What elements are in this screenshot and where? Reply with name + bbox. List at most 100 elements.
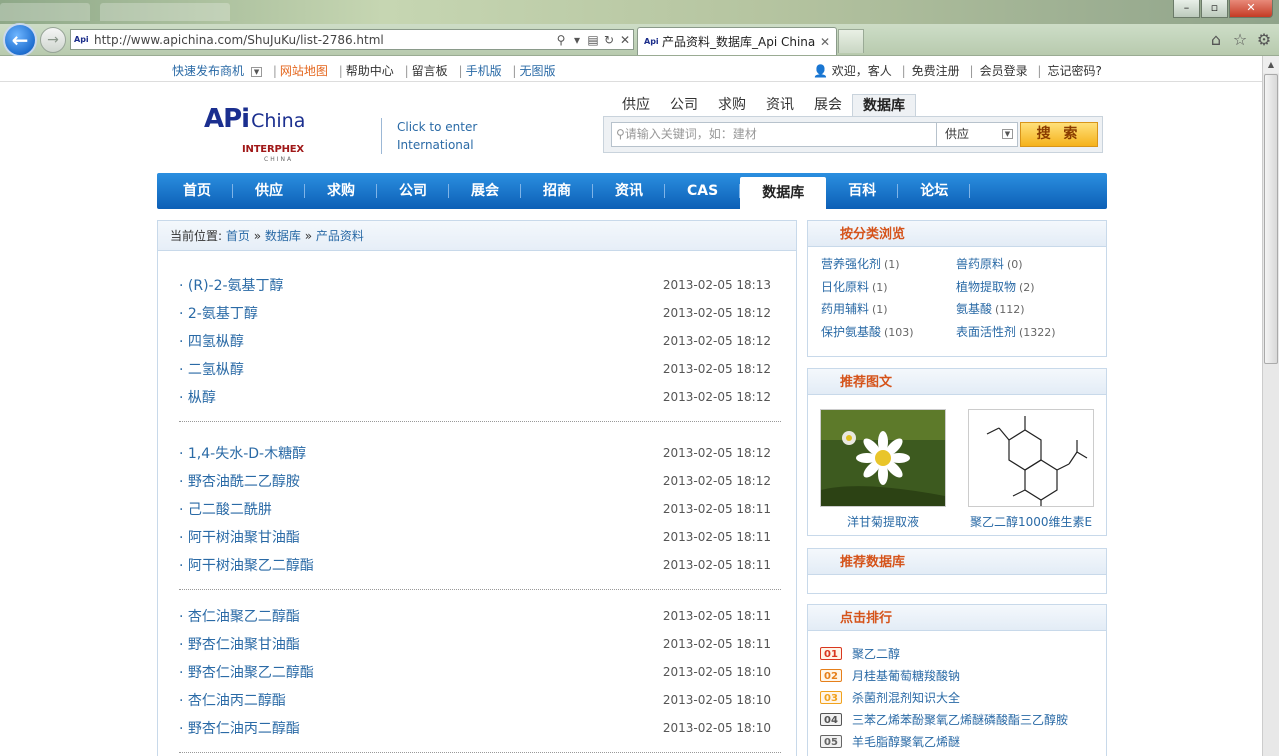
nav-supply[interactable]: 供应 <box>233 173 305 209</box>
nav-forum[interactable]: 论坛 <box>898 173 971 209</box>
favorites-star-icon[interactable]: ☆ <box>1230 30 1250 50</box>
search-tab-database[interactable]: 数据库 <box>852 94 916 116</box>
address-bar[interactable]: Api http://www.apichina.com/ShuJuKu/list… <box>70 29 634 50</box>
category-link[interactable]: 营养强化剂 (1) <box>821 253 956 276</box>
nav-home[interactable]: 首页 <box>161 173 233 209</box>
register-link[interactable]: 免费注册 <box>912 64 960 78</box>
message-board-link[interactable]: 留言板 <box>412 64 448 78</box>
home-icon[interactable]: ⌂ <box>1206 30 1226 50</box>
login-link[interactable]: 会员登录 <box>980 64 1028 78</box>
forgot-password-link[interactable]: 忘记密码? <box>1047 64 1101 78</box>
search-input[interactable]: ⚲请输入关键词，如：建材 <box>611 122 937 147</box>
search-tab-buy[interactable]: 求购 <box>708 94 756 116</box>
list-item[interactable]: · 四氢枞醇 2013-02-05 18:12 <box>179 327 781 355</box>
category-link[interactable]: 氨基酸 (112) <box>956 298 1091 321</box>
chevron-down-icon[interactable]: ▼ <box>251 66 263 77</box>
ranking-item[interactable]: 05 羊毛脂醇聚氧乙烯醚 <box>808 730 1106 752</box>
search-tab-news[interactable]: 资讯 <box>756 94 804 116</box>
nav-cas[interactable]: CAS <box>665 173 741 209</box>
list-item[interactable]: · 二氢枞醇 2013-02-05 18:12 <box>179 355 781 383</box>
nav-company[interactable]: 公司 <box>377 173 449 209</box>
rank-link[interactable]: 三苯乙烯苯酚聚氧乙烯醚磷酸酯三乙醇胺 <box>852 711 1068 728</box>
list-item[interactable]: · 杏仁油丙二醇酯 2013-02-05 18:10 <box>179 686 781 714</box>
picture-item[interactable]: 聚乙二醇1000维生素E <box>967 409 1095 530</box>
nav-expo[interactable]: 展会 <box>449 173 521 209</box>
rank-link[interactable]: 羊毛脂醇聚氧乙烯醚 <box>852 733 960 750</box>
compat-view-icon[interactable]: ▤ <box>585 33 601 47</box>
search-tab-company[interactable]: 公司 <box>660 94 708 116</box>
search-type-select[interactable]: 供应 ▼ <box>936 122 1018 147</box>
category-link[interactable]: 日化原料 (1) <box>821 276 956 299</box>
quick-post-link[interactable]: 快速发布商机 <box>172 64 244 78</box>
stop-icon[interactable]: ✕ <box>617 33 633 47</box>
product-link[interactable]: · 阿干树油聚甘油酯 <box>179 527 300 547</box>
product-link[interactable]: · 阿干树油聚乙二醇酯 <box>179 555 314 575</box>
list-item[interactable]: · 1,4-失水-D-木糖醇 2013-02-05 18:12 <box>179 439 781 467</box>
list-item[interactable]: · 枞醇 2013-02-05 18:12 <box>179 383 781 411</box>
tab-close-icon[interactable]: ✕ <box>820 35 836 49</box>
forward-button[interactable]: → <box>40 27 66 53</box>
maximize-button[interactable]: ▫ <box>1201 0 1228 18</box>
nav-buy[interactable]: 求购 <box>305 173 377 209</box>
picture-caption[interactable]: 聚乙二醇1000维生素E <box>967 513 1095 530</box>
search-tab-expo[interactable]: 展会 <box>804 94 852 116</box>
category-link[interactable]: 植物提取物 (2) <box>956 276 1091 299</box>
category-link[interactable]: 兽药原料 (0) <box>956 253 1091 276</box>
minimize-button[interactable]: – <box>1173 0 1200 18</box>
nav-investment[interactable]: 招商 <box>521 173 593 209</box>
list-item[interactable]: · 杏仁油聚乙二醇酯 2013-02-05 18:11 <box>179 602 781 630</box>
chemical-structure[interactable] <box>968 409 1094 507</box>
text-only-link[interactable]: 无图版 <box>519 64 555 78</box>
international-link[interactable]: Click to enter International <box>397 118 477 154</box>
ranking-item[interactable]: 01 聚乙二醇 <box>808 642 1106 664</box>
refresh-icon[interactable]: ↻ <box>601 33 617 47</box>
sitemap-link[interactable]: 网站地图 <box>280 64 328 78</box>
url-text[interactable]: http://www.apichina.com/ShuJuKu/list-278… <box>94 33 553 47</box>
product-link[interactable]: · 枞醇 <box>179 387 216 407</box>
settings-gear-icon[interactable]: ⚙ <box>1254 30 1274 50</box>
list-item[interactable]: · 阿干树油聚甘油酯 2013-02-05 18:11 <box>179 523 781 551</box>
product-link[interactable]: · 野杏油酰二乙醇胺 <box>179 471 300 491</box>
category-link[interactable]: 保护氨基酸 (103) <box>821 321 956 344</box>
breadcrumb-home[interactable]: 首页 <box>226 229 250 243</box>
new-tab-button[interactable] <box>838 29 864 53</box>
category-link[interactable]: 药用辅料 (1) <box>821 298 956 321</box>
list-item[interactable]: · 2-氨基丁醇 2013-02-05 18:12 <box>179 299 781 327</box>
product-link[interactable]: · 己二酸二酰肼 <box>179 499 272 519</box>
product-link[interactable]: · 四氢枞醇 <box>179 331 244 351</box>
ranking-item[interactable]: 03 杀菌剂混剂知识大全 <box>808 686 1106 708</box>
nav-news[interactable]: 资讯 <box>593 173 665 209</box>
scroll-up-icon[interactable]: ▲ <box>1263 56 1279 73</box>
list-item[interactable]: · 野杏仁油丙二醇酯 2013-02-05 18:10 <box>179 714 781 742</box>
dropdown-icon[interactable]: ▾ <box>569 33 585 47</box>
list-item[interactable]: · 野杏仁油聚甘油酯 2013-02-05 18:11 <box>179 630 781 658</box>
mobile-link[interactable]: 手机版 <box>466 64 502 78</box>
help-center-link[interactable]: 帮助中心 <box>346 64 394 78</box>
product-link[interactable]: · 二氢枞醇 <box>179 359 244 379</box>
product-link[interactable]: · 杏仁油丙二醇酯 <box>179 690 286 710</box>
product-link[interactable]: · 野杏仁油聚甘油酯 <box>179 634 300 654</box>
breadcrumb-current[interactable]: 产品资料 <box>316 229 364 243</box>
ranking-item[interactable]: 04 三苯乙烯苯酚聚氧乙烯醚磷酸酯三乙醇胺 <box>808 708 1106 730</box>
vertical-scrollbar[interactable]: ▲ <box>1262 56 1279 756</box>
rank-link[interactable]: 聚乙二醇 <box>852 645 900 662</box>
list-item[interactable]: · 野杏油酰二乙醇胺 2013-02-05 18:12 <box>179 467 781 495</box>
back-button[interactable]: ← <box>3 23 37 57</box>
picture-item[interactable]: 洋甘菊提取液 <box>819 409 947 530</box>
nav-database[interactable]: 数据库 <box>740 177 827 209</box>
search-tab-supply[interactable]: 供应 <box>612 94 660 116</box>
scroll-thumb[interactable] <box>1264 74 1278 364</box>
browser-tab-active[interactable]: Api 产品资料_数据库_Api China ✕ <box>637 27 837 55</box>
breadcrumb-database[interactable]: 数据库 <box>265 229 301 243</box>
search-button[interactable]: 搜 索 <box>1020 122 1098 147</box>
list-item[interactable]: · 阿干树油聚乙二醇酯 2013-02-05 18:11 <box>179 551 781 579</box>
product-link[interactable]: · 野杏仁油聚乙二醇酯 <box>179 662 314 682</box>
search-icon[interactable]: ⚲ <box>553 33 569 47</box>
product-link[interactable]: · 1,4-失水-D-木糖醇 <box>179 443 306 463</box>
chamomile-photo[interactable] <box>820 409 946 507</box>
category-link[interactable]: 表面活性剂 (1322) <box>956 321 1091 344</box>
ranking-item[interactable]: 02 月桂基葡萄糖羧酸钠 <box>808 664 1106 686</box>
product-link[interactable]: · 2-氨基丁醇 <box>179 303 258 323</box>
rank-link[interactable]: 杀菌剂混剂知识大全 <box>852 689 960 706</box>
list-item[interactable]: · 己二酸二酰肼 2013-02-05 18:11 <box>179 495 781 523</box>
